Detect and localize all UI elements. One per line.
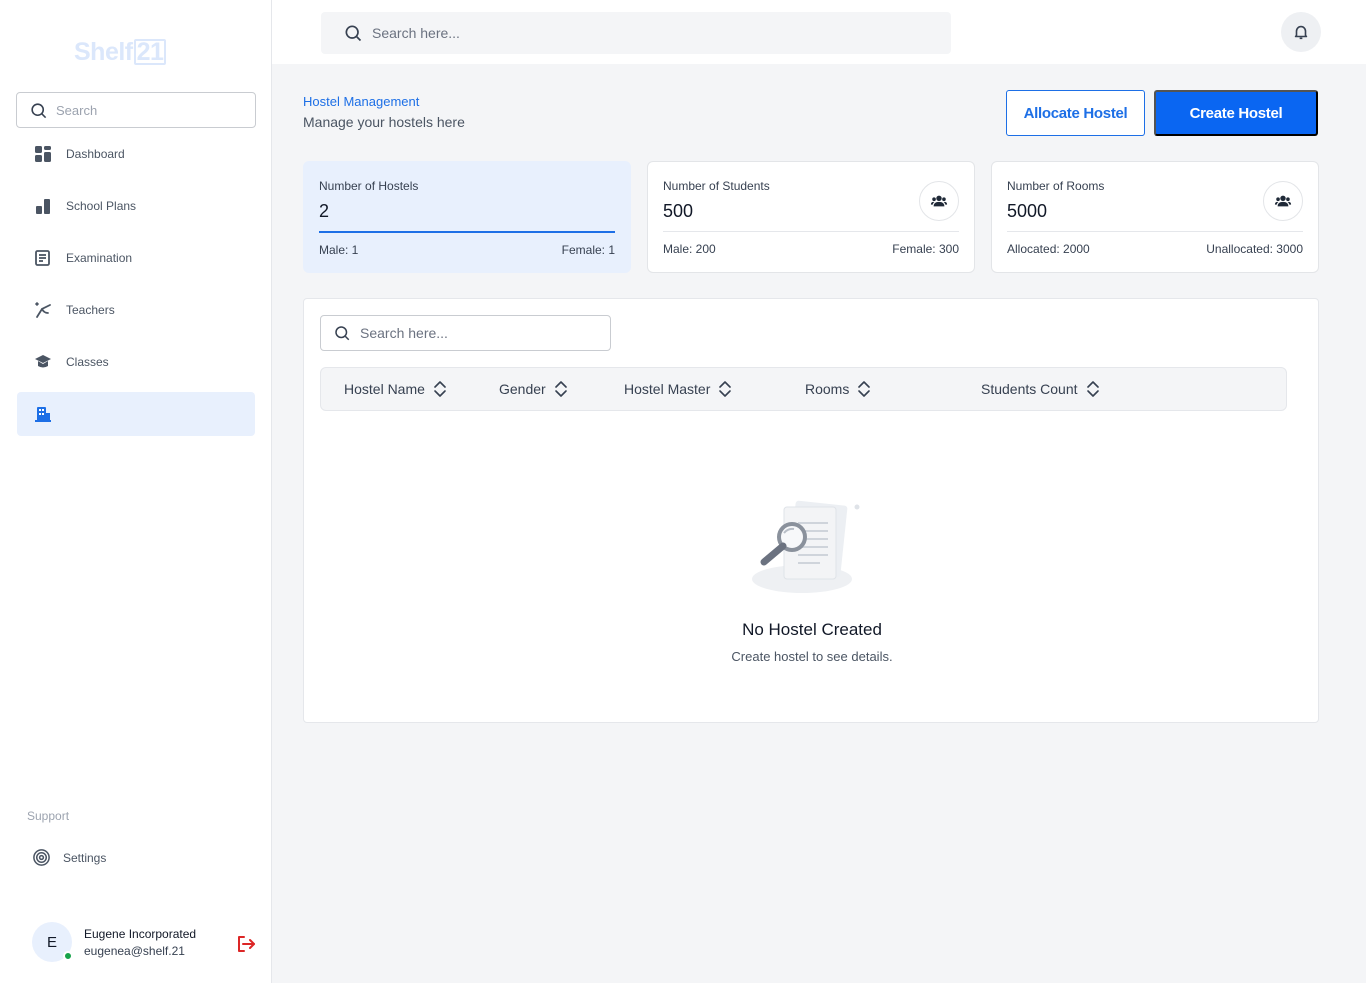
sidebar-item-examination[interactable]: Examination (17, 236, 255, 280)
sidebar-item-hostel[interactable] (17, 392, 255, 436)
column-header-label: Hostel Master (624, 381, 711, 397)
graduation-cap-icon (35, 355, 51, 368)
search-icon (335, 326, 350, 341)
page-title: Hostel Management (303, 94, 420, 109)
stat-card-rooms: Number of Rooms 5000 Allocated: 2000 Una… (991, 161, 1319, 273)
stat-icon-circle (1263, 181, 1303, 221)
empty-state-title: No Hostel Created (742, 620, 882, 639)
table-search-placeholder: Search here... (360, 325, 448, 341)
gear-icon (33, 849, 50, 866)
table-search-input[interactable]: Search here... (320, 315, 611, 351)
stat-value: 5000 (1007, 201, 1048, 221)
sidebar-item-settings[interactable]: Settings (32, 848, 106, 867)
users-group-icon (1274, 195, 1292, 207)
sort-icon (1086, 381, 1099, 397)
stat-label: Number of Rooms (1007, 179, 1105, 193)
hostels-table-panel: Search here... Hostel Name Gender Hostel… (303, 298, 1319, 723)
users-group-icon (930, 195, 948, 207)
app-logo[interactable]: Shelf 21 (74, 38, 167, 67)
document-icon (35, 250, 50, 266)
global-search-placeholder: Search here... (372, 25, 460, 41)
bar-chart-icon (36, 199, 50, 214)
empty-state-subtitle: Create hostel to see details. (731, 649, 893, 664)
stat-card-hostels: Number of Hostels 2 Male: 1 Female: 1 (303, 161, 631, 273)
stat-icon-circle (919, 181, 959, 221)
stat-divider (319, 231, 615, 233)
sort-icon (858, 381, 871, 397)
support-heading: Support (27, 809, 70, 823)
sidebar-item-dashboard[interactable]: Dashboard (17, 132, 255, 176)
sidebar: Shelf 21 Search Dashboard School Plans Ex… (0, 0, 272, 983)
sidebar-item-teachers[interactable]: Teachers (17, 288, 255, 332)
sidebar-search-placeholder: Search (56, 102, 98, 118)
logout-icon[interactable] (235, 933, 257, 955)
sidebar-search-input[interactable]: Search (16, 92, 256, 128)
stat-left-detail: Male: 200 (663, 242, 716, 256)
create-hostel-button[interactable]: Create Hostel (1154, 90, 1318, 136)
global-search-input[interactable]: Search here... (321, 12, 951, 54)
column-header-rooms[interactable]: Rooms (805, 380, 871, 398)
sidebar-item-label: Examination (66, 251, 133, 265)
column-header-label: Hostel Name (344, 381, 425, 397)
settings-label: Settings (63, 850, 107, 865)
sidebar-item-classes[interactable]: Classes (17, 340, 255, 384)
stat-left-detail: Allocated: 2000 (1007, 242, 1090, 256)
stat-value: 500 (663, 201, 694, 221)
notifications-button[interactable] (1281, 12, 1321, 52)
stat-divider (663, 231, 959, 232)
bell-icon (1294, 25, 1308, 40)
page-subtitle: Manage your hostels here (303, 114, 465, 130)
column-header-hostel-master[interactable]: Hostel Master (624, 380, 732, 398)
user-name: Eugene Incorporated (84, 927, 197, 941)
stat-label: Number of Hostels (319, 179, 419, 193)
teacher-icon (35, 302, 51, 318)
search-icon (345, 25, 362, 42)
sort-icon (554, 381, 567, 397)
stat-right-detail: Female: 300 (892, 242, 959, 256)
table-header: Hostel Name Gender Hostel Master Rooms S… (320, 367, 1287, 411)
stat-card-students: Number of Students 500 Male: 200 Female:… (647, 161, 975, 273)
stat-value: 2 (319, 201, 330, 221)
online-status-dot (63, 951, 73, 961)
sidebar-item-label: School Plans (66, 199, 137, 213)
allocate-hostel-button[interactable]: Allocate Hostel (1006, 90, 1145, 136)
column-header-gender[interactable]: Gender (499, 380, 568, 398)
user-profile[interactable]: E Eugene Incorporated eugenea@shelf.21 (32, 922, 262, 966)
sort-icon (719, 381, 732, 397)
dashboard-grid-icon (35, 146, 51, 162)
column-header-label: Rooms (805, 381, 850, 397)
topbar: Search here... (272, 0, 1366, 64)
search-icon (31, 102, 47, 118)
user-email: eugenea@shelf.21 (84, 944, 185, 958)
sidebar-item-label: Classes (66, 355, 109, 369)
sidebar-item-label: Teachers (66, 303, 115, 317)
stat-right-detail: Unallocated: 3000 (1206, 242, 1303, 256)
sidebar-item-label: Dashboard (66, 147, 125, 161)
sort-icon (434, 381, 446, 397)
column-header-label: Students Count (981, 381, 1078, 397)
column-header-hostel-name[interactable]: Hostel Name (344, 380, 447, 398)
stat-left-detail: Male: 1 (319, 243, 359, 257)
logo-box: 21 (133, 39, 167, 65)
sidebar-item-school-plans[interactable]: School Plans (17, 184, 255, 228)
stat-right-detail: Female: 1 (561, 243, 615, 257)
stat-label: Number of Students (663, 179, 770, 193)
logo-text: Shelf (74, 38, 133, 66)
sidebar-nav: Dashboard School Plans Examination Teach… (17, 132, 255, 444)
column-header-label: Gender (499, 381, 546, 397)
stat-divider (1007, 231, 1303, 232)
building-icon (35, 407, 51, 422)
empty-state-illustration (752, 500, 860, 593)
column-header-students-count[interactable]: Students Count (981, 380, 1100, 398)
